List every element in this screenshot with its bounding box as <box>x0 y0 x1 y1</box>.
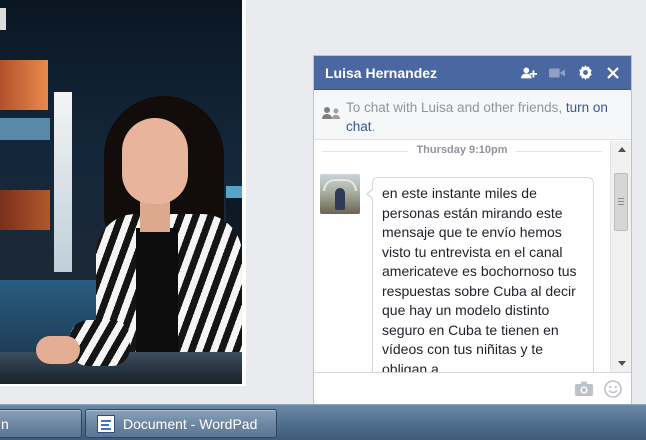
background-photo <box>0 0 246 386</box>
close-icon[interactable] <box>605 65 621 81</box>
taskbar-item-wordpad[interactable]: Document - WordPad <box>85 409 277 438</box>
chat-window: Luisa Hernandez To chat with Luisa and o… <box>313 55 632 406</box>
taskbar-item-1[interactable]: n <box>0 409 82 438</box>
camera-icon[interactable] <box>575 381 593 401</box>
message-list: Thursday 9:10pm en este instante miles d… <box>314 141 610 372</box>
notice-period: . <box>371 119 376 134</box>
notice-text: To chat with Luisa and other friends, <box>346 100 563 115</box>
scroll-down-arrow-icon[interactable] <box>611 355 632 372</box>
chat-header[interactable]: Luisa Hernandez <box>314 56 631 90</box>
scroll-thumb[interactable] <box>614 173 628 231</box>
scroll-up-arrow-icon[interactable] <box>611 141 632 158</box>
emoji-icon[interactable] <box>604 380 622 403</box>
add-friend-icon[interactable] <box>521 65 537 81</box>
taskbar-item-label: Document - WordPad <box>123 415 258 432</box>
message-scrollbar[interactable] <box>610 141 631 372</box>
taskbar-item-label: n <box>1 415 9 432</box>
chat-title[interactable]: Luisa Hernandez <box>325 65 521 81</box>
chat-off-notice: To chat with Luisa and other friends, tu… <box>314 90 631 140</box>
video-call-icon[interactable] <box>549 65 565 81</box>
studio-photo <box>0 0 242 384</box>
friends-icon <box>322 106 342 125</box>
taskbar: n Document - WordPad <box>0 404 646 440</box>
message-timestamp: Thursday 9:10pm <box>314 144 610 156</box>
message-composer[interactable] <box>314 372 631 406</box>
avatar[interactable] <box>320 174 360 214</box>
wordpad-icon <box>97 414 115 433</box>
gear-icon[interactable] <box>577 65 593 81</box>
message-bubble: en este instante miles de personas están… <box>366 177 594 372</box>
chat-header-actions <box>521 65 621 81</box>
